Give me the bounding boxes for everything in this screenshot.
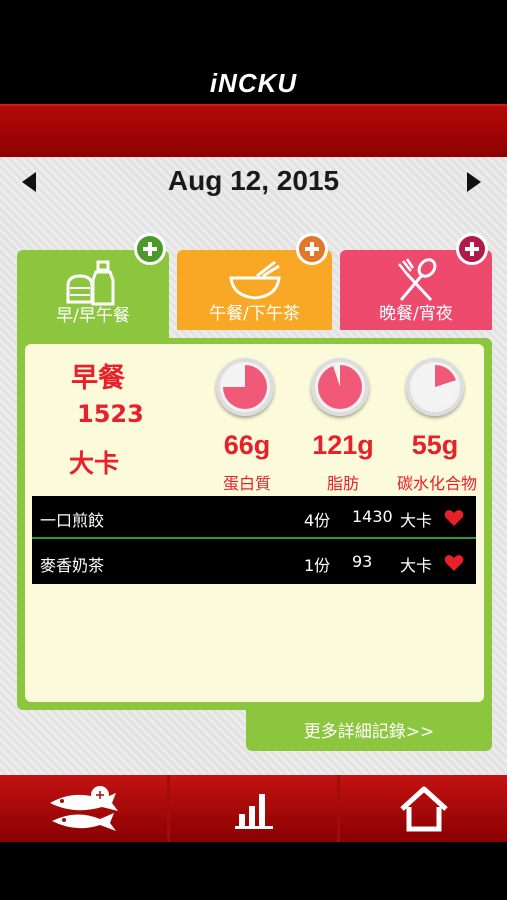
add-dinner-button[interactable] [456, 233, 488, 265]
food-name: 一口煎餃 [40, 511, 105, 530]
meal-calorie-unit: 大卡 [69, 449, 120, 478]
carb-pie-fill [413, 365, 457, 409]
food-calories: 1430 [352, 507, 393, 526]
add-lunch-button[interactable] [296, 233, 328, 265]
food-fish-icon [49, 785, 118, 831]
lunch-bowl-icon [228, 260, 281, 300]
app-logo: iNCKU [209, 68, 298, 98]
protein-value: 66g [223, 430, 271, 460]
carb-label: 碳水化合物 [396, 474, 477, 493]
heart-icon[interactable] [444, 509, 464, 527]
protein-pie-chart [216, 358, 274, 416]
date-label: Aug 12, 2015 [167, 165, 340, 196]
more-records-link[interactable]: 更多詳細記錄>> [246, 705, 492, 751]
nav-home-button[interactable] [340, 775, 507, 842]
list-item[interactable]: 麥香奶茶 1份 93 大卡 [32, 541, 476, 583]
heart-icon[interactable] [444, 554, 464, 572]
date-bar: Aug 12, 2015 [0, 157, 507, 209]
list-item[interactable]: 一口煎餃 4份 1430 大卡 [32, 496, 476, 539]
meal-calories: 1523 [77, 400, 144, 428]
food-quantity: 1份 [304, 556, 331, 575]
tab-dinner-label: 晚餐/宵夜 [379, 304, 453, 324]
next-date-arrow-icon[interactable] [467, 172, 481, 192]
bottom-bar-area [0, 842, 507, 900]
carb-value: 55g [411, 430, 459, 460]
protein-pie-fill [223, 365, 267, 409]
status-header: iNCKU [0, 0, 507, 104]
food-calorie-unit: 大卡 [400, 511, 433, 530]
fat-pie-fill [318, 365, 362, 409]
bar-chart-icon [234, 793, 273, 829]
bottom-nav [0, 775, 507, 842]
meal-panel: 早餐 1523 大卡 66g 121g 55g 蛋白質 脂肪 碳水化合物 一口煎… [17, 338, 492, 710]
add-breakfast-button[interactable] [134, 233, 166, 265]
food-list: 一口煎餃 4份 1430 大卡 麥香奶茶 1份 93 大卡 [32, 496, 476, 584]
nav-stats-button[interactable] [170, 775, 337, 842]
tab-lunch-label: 午餐/下午茶 [209, 304, 300, 324]
nav-food-button[interactable] [0, 775, 167, 842]
food-quantity: 4份 [304, 511, 331, 530]
more-records-label: 更多詳細記錄>> [303, 722, 435, 742]
food-calorie-unit: 大卡 [400, 556, 433, 575]
home-icon [399, 786, 448, 831]
dinner-utensils-icon [398, 258, 437, 302]
carb-pie-chart [406, 358, 464, 416]
meal-summary: 早餐 1523 大卡 66g 121g 55g 蛋白質 脂肪 碳水化合物 一口煎… [25, 344, 484, 702]
food-calories: 93 [352, 552, 373, 571]
header-band [0, 104, 507, 157]
fat-pie-chart [311, 358, 369, 416]
meal-name: 早餐 [71, 363, 125, 394]
food-name: 麥香奶茶 [40, 556, 105, 575]
tab-breakfast-label: 早/早午餐 [56, 306, 130, 326]
fat-value: 121g [312, 430, 374, 460]
main-content: Aug 12, 2015 早/早午餐 午餐/下午茶 晚餐/宵夜 早餐 1523 … [0, 157, 507, 775]
protein-label: 蛋白質 [222, 474, 271, 493]
